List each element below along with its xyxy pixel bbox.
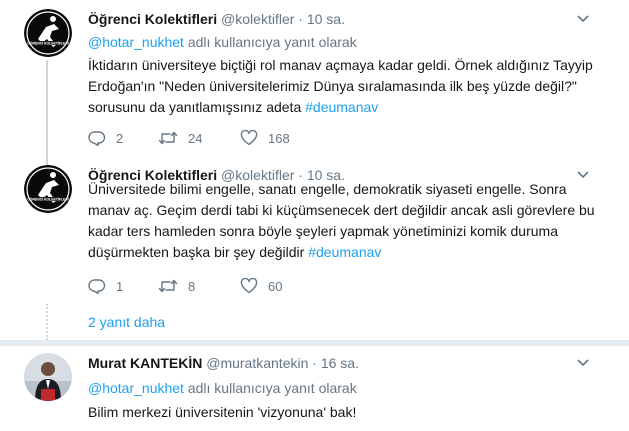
tweet-header: Öğrenci Kolektifleri @kolektifler · 10 s… (88, 10, 345, 28)
tweet-text-line: düşürmekten başka bir şey değildir #deum… (88, 242, 613, 263)
tweet-text: Üniversitede bilimi engelle, sanatı enge… (88, 179, 613, 263)
hashtag-link[interactable]: #deumanav (308, 244, 381, 260)
separator-dot: · (298, 11, 303, 27)
reply-mention-link[interactable]: @hotar_nukhet (88, 380, 184, 396)
tweet-text-segment: sorusunu da yanıtlamışsınız adeta (88, 99, 302, 115)
svg-text:ÖĞRENCİ KOLEKTİFLERİ: ÖĞRENCİ KOLEKTİFLERİ (27, 40, 68, 45)
hashtag-link[interactable]: #deumanav (305, 99, 378, 115)
avatar[interactable] (24, 353, 72, 401)
like-count: 60 (268, 278, 283, 294)
avatar[interactable]: ÖĞRENCİ KOLEKTİFLERİ (24, 165, 72, 213)
separator-dot: · (312, 355, 317, 371)
reply-context-text: adlı kullanıcıya yanıt olarak (187, 34, 357, 50)
like-count: 168 (268, 130, 290, 146)
chevron-down-icon[interactable] (577, 10, 589, 28)
retweet-icon (158, 279, 178, 293)
tweet-text-line: sorusunu da yanıtlamışsınız adeta #deuma… (88, 97, 613, 118)
avatar[interactable]: ÖĞRENCİ KOLEKTİFLERİ (24, 9, 72, 57)
retweet-button[interactable]: 8 (158, 278, 240, 294)
retweet-button[interactable]: 24 (158, 130, 240, 146)
tweet-text-line: Bilim merkezi üniversitenin 'vizyonuna' … (88, 404, 357, 420)
tweet-text: İktidarın üniversiteye biçtiği rol manav… (88, 55, 613, 118)
tweet-text-line: İktidarın üniversiteye biçtiği rol manav… (88, 57, 593, 73)
retweet-count: 8 (188, 278, 196, 294)
tweet-text: Bilim merkezi üniversitenin 'vizyonuna' … (88, 402, 613, 423)
tweet-text-line: Erdoğan'ın "Neden üniversitelerimiz Düny… (88, 78, 577, 94)
timestamp[interactable]: 16 sa. (321, 355, 359, 371)
reply-icon (88, 279, 106, 294)
timestamp[interactable]: 10 sa. (307, 11, 345, 27)
tweet-text-line: kadar ters hamleden sonra böyle şeyleri … (88, 223, 558, 239)
more-replies-row[interactable]: 2 yanıt daha (0, 304, 629, 340)
svg-text:ÖĞRENCİ KOLEKTİFLERİ: ÖĞRENCİ KOLEKTİFLERİ (27, 196, 68, 201)
reply-mention-link[interactable]: @hotar_nukhet (88, 34, 184, 50)
reply-context: @hotar_nukhet adlı kullanıcıya yanıt ola… (88, 379, 357, 397)
retweet-count: 24 (188, 130, 203, 146)
like-button[interactable]: 60 (240, 278, 330, 294)
like-button[interactable]: 168 (240, 130, 330, 146)
more-replies-link[interactable]: 2 yanıt daha (88, 313, 165, 331)
reply-context: @hotar_nukhet adlı kullanıcıya yanıt ola… (88, 33, 357, 51)
thread-dotted-line (46, 304, 48, 340)
tweet-text-line: manav aç. Geçim derdi tabi ki küçümsenec… (88, 202, 595, 218)
reply-count: 2 (116, 130, 124, 146)
tweet-text-segment: düşürmekten başka bir şey değildir (88, 244, 305, 260)
user-handle[interactable]: @kolektifler (221, 11, 294, 27)
heart-icon (240, 130, 258, 146)
reply-context-text: adlı kullanıcıya yanıt olarak (187, 380, 357, 396)
reply-count: 1 (116, 278, 124, 294)
heart-icon (240, 278, 258, 294)
reply-icon (88, 131, 106, 146)
tweet-actions: 2 24 168 (88, 128, 330, 148)
retweet-icon (158, 131, 178, 145)
display-name[interactable]: Murat KANTEKİN (88, 355, 202, 371)
reply-button[interactable]: 2 (88, 130, 158, 146)
tweet-actions: 1 8 60 (88, 276, 330, 296)
display-name[interactable]: Öğrenci Kolektifleri (88, 11, 217, 27)
reply-button[interactable]: 1 (88, 278, 158, 294)
tweet-header: Murat KANTEKİN @muratkantekin · 16 sa. (88, 354, 359, 372)
user-handle[interactable]: @muratkantekin (206, 355, 308, 371)
chevron-down-icon[interactable] (577, 354, 589, 372)
tweet-text-line: Üniversitede bilimi engelle, sanatı enge… (88, 181, 567, 197)
conversation-separator (0, 340, 629, 346)
